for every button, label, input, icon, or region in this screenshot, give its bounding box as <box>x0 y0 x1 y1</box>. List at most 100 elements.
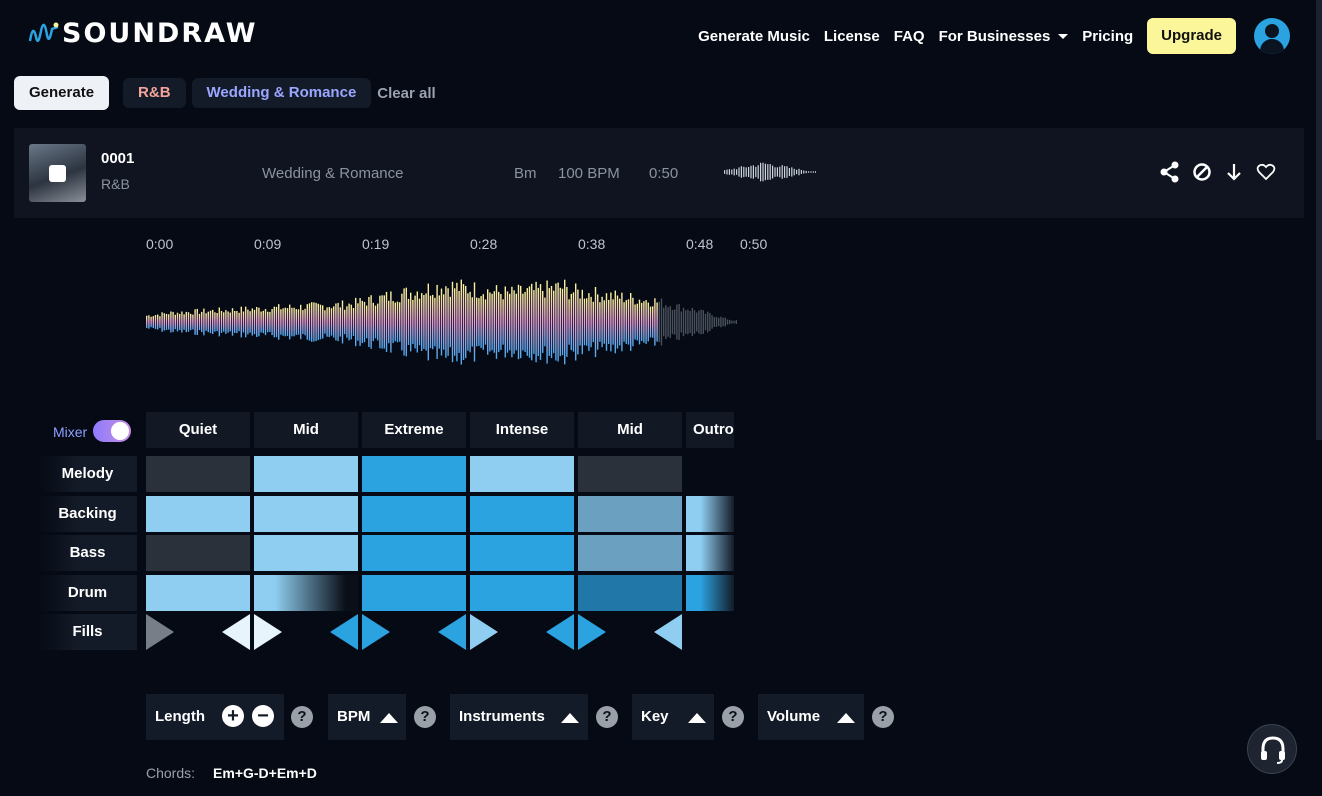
mixer-cell[interactable] <box>254 575 358 611</box>
waveform-bar <box>220 311 223 333</box>
main-waveform[interactable] <box>146 266 741 378</box>
waveform-bar <box>326 307 328 337</box>
user-avatar-icon[interactable] <box>1254 18 1290 54</box>
track-mood: Wedding & Romance <box>262 165 404 182</box>
mixer-cell[interactable] <box>146 496 250 532</box>
mixer-cell[interactable] <box>686 496 734 532</box>
waveform-bar <box>317 303 319 341</box>
mixer-cell[interactable] <box>470 575 574 611</box>
support-button[interactable] <box>1247 724 1297 774</box>
help-icon[interactable]: ? <box>872 706 894 728</box>
waveform-bar <box>561 288 564 356</box>
mixer-cell[interactable] <box>470 535 574 571</box>
logo[interactable]: SOUNDRAW <box>28 18 258 49</box>
mixer-cell[interactable] <box>254 535 358 571</box>
clear-all-button[interactable]: Clear all <box>377 85 435 102</box>
mixer-cell[interactable] <box>146 535 250 571</box>
mixer-cell[interactable] <box>362 496 466 532</box>
fill-rewind-icon[interactable] <box>654 614 682 650</box>
instruments-control[interactable]: Instruments <box>450 694 588 740</box>
waveform-bar <box>515 293 517 351</box>
track-thumbnail[interactable] <box>29 144 86 202</box>
help-icon[interactable]: ? <box>722 706 744 728</box>
waveform-bar <box>682 307 685 337</box>
mixer-cell[interactable] <box>146 575 250 611</box>
mixer-cell[interactable] <box>254 456 358 492</box>
fill-play-icon[interactable] <box>578 614 606 650</box>
page-scrollbar[interactable] <box>1316 0 1322 440</box>
waveform-bar <box>559 287 561 357</box>
fill-rewind-icon[interactable] <box>222 614 250 650</box>
waveform-bar <box>416 291 418 353</box>
waveform-bar <box>251 308 253 336</box>
nav-generate-music[interactable]: Generate Music <box>698 28 810 45</box>
mini-waveform[interactable] <box>724 159 816 185</box>
waveform-bar <box>271 309 273 336</box>
waveform-bar <box>462 284 465 360</box>
bpm-control[interactable]: BPM <box>328 694 406 740</box>
caret-up-icon <box>380 713 398 723</box>
row-label-fills: Fills <box>38 614 137 650</box>
section-header[interactable]: Mid <box>254 412 358 448</box>
section-header[interactable]: Intense <box>470 412 574 448</box>
section-header[interactable]: Extreme <box>362 412 466 448</box>
waveform-bar <box>297 309 300 335</box>
mixer-cell[interactable] <box>362 456 466 492</box>
waveform-bar <box>647 302 649 342</box>
volume-control[interactable]: Volume <box>758 694 864 740</box>
mixer-toggle[interactable] <box>93 420 131 442</box>
waveform-bar <box>520 285 522 359</box>
mini-waveform-bar <box>776 167 778 177</box>
tag-chip-genre[interactable]: R&B <box>123 78 186 108</box>
waveform-bar <box>557 282 559 362</box>
section-header[interactable]: Mid <box>578 412 682 448</box>
stop-icon[interactable] <box>49 165 66 182</box>
tag-chip-mood[interactable]: Wedding & Romance <box>191 78 372 108</box>
section-header[interactable]: Outro <box>686 412 734 448</box>
help-icon[interactable]: ? <box>596 706 618 728</box>
waveform-bar <box>599 302 601 342</box>
help-icon[interactable]: ? <box>291 706 313 728</box>
nav-for-businesses[interactable]: For Businesses <box>939 28 1069 45</box>
help-icon[interactable]: ? <box>414 706 436 728</box>
mixer-cell[interactable] <box>254 496 358 532</box>
mini-waveform-bar <box>743 166 745 178</box>
fill-rewind-icon[interactable] <box>546 614 574 650</box>
track-row[interactable]: 0001 R&B Wedding & Romance Bm 100 BPM 0:… <box>14 128 1304 218</box>
mixer-cell[interactable] <box>686 535 734 571</box>
mixer-cell[interactable] <box>470 496 574 532</box>
plus-icon[interactable]: + <box>222 705 244 727</box>
mixer-cell[interactable] <box>362 575 466 611</box>
upgrade-button[interactable]: Upgrade <box>1147 18 1236 54</box>
mixer-cell[interactable] <box>470 456 574 492</box>
generate-button[interactable]: Generate <box>14 76 110 110</box>
fill-play-icon[interactable] <box>254 614 282 650</box>
waveform-bar <box>322 305 324 339</box>
waveform-bar <box>344 309 346 335</box>
fill-play-icon[interactable] <box>362 614 390 650</box>
mini-waveform-bar <box>736 169 738 175</box>
waveform-bar <box>718 317 720 327</box>
mixer-cell[interactable] <box>578 535 682 571</box>
mixer-cell[interactable] <box>578 456 682 492</box>
favorite-heart-icon[interactable] <box>1256 161 1276 183</box>
minus-icon[interactable]: − <box>252 705 274 727</box>
mixer-cell[interactable] <box>686 575 734 611</box>
download-icon[interactable] <box>1224 161 1244 183</box>
share-icon[interactable] <box>1160 161 1180 183</box>
nav-license[interactable]: License <box>824 28 880 45</box>
nav-faq[interactable]: FAQ <box>894 28 925 45</box>
fill-play-icon[interactable] <box>146 614 174 650</box>
waveform-bar <box>438 295 440 349</box>
mixer-cell[interactable] <box>578 575 682 611</box>
section-header[interactable]: Quiet <box>146 412 250 448</box>
fill-rewind-icon[interactable] <box>330 614 358 650</box>
fill-play-icon[interactable] <box>470 614 498 650</box>
mixer-cell[interactable] <box>146 456 250 492</box>
similar-icon[interactable] <box>1192 161 1212 183</box>
nav-pricing[interactable]: Pricing <box>1082 28 1133 45</box>
fill-rewind-icon[interactable] <box>438 614 466 650</box>
mixer-cell[interactable] <box>578 496 682 532</box>
mixer-cell[interactable] <box>362 535 466 571</box>
key-control[interactable]: Key <box>632 694 714 740</box>
